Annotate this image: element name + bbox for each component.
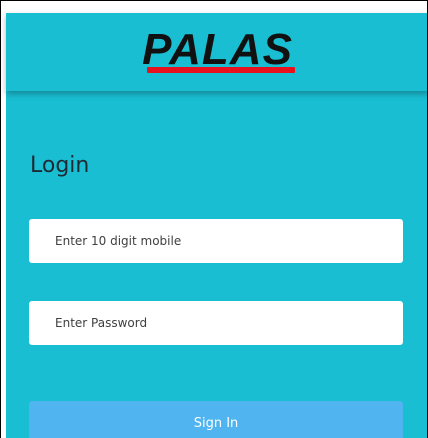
sign-in-button[interactable]: Sign In (29, 401, 403, 438)
mobile-input[interactable] (29, 219, 403, 263)
app-header: PALAS (6, 13, 427, 91)
logo-underline (147, 67, 295, 73)
password-input[interactable] (29, 301, 403, 345)
top-strip (1, 1, 427, 13)
login-panel: Login Sign In (6, 91, 427, 438)
login-title: Login (30, 153, 90, 178)
page-frame: PALAS Login Sign In (0, 0, 428, 438)
